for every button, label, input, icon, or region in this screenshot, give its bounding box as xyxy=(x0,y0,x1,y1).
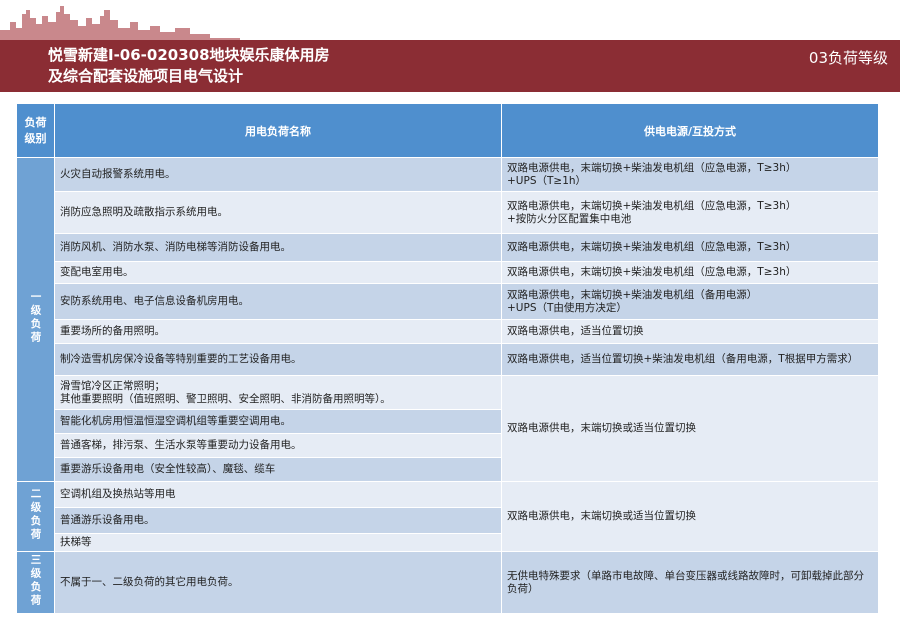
load-name: 空调机组及换热站等用电 xyxy=(54,481,502,508)
skyline-image xyxy=(0,6,240,42)
table-row: 变配电室用电。 双路电源供电，末端切换+柴油发电机组（应急电源，T≥3h） xyxy=(17,261,879,284)
supply-method: 双路电源供电，末端切换或适当位置切换 xyxy=(501,375,879,482)
supply-method: 双路电源供电，末端切换+柴油发电机组（备用电源） +UPS（T由使用方决定） xyxy=(501,283,879,320)
header-load-name: 用电负荷名称 xyxy=(54,103,502,158)
load-name: 重要游乐设备用电（安全性较高）、魔毯、缆车 xyxy=(54,457,502,482)
level-cell-3: 三级负荷 xyxy=(16,551,55,614)
section-label: 03负荷等级 xyxy=(808,49,888,67)
supply-method: 双路电源供电，适当位置切换+柴油发电机组（备用电源，T根据甲方需求） xyxy=(501,343,879,376)
level-cell-2: 二级负荷 xyxy=(16,481,55,552)
supply-method: 双路电源供电，末端切换+柴油发电机组（应急电源，T≥3h） xyxy=(501,261,879,284)
table-row: 滑雪馆冷区正常照明； 其他重要照明（值班照明、警卫照明、安全照明、非消防备用照明… xyxy=(17,375,879,482)
load-name: 消防应急照明及疏散指示系统用电。 xyxy=(54,191,502,234)
supply-method: 双路电源供电，末端切换+柴油发电机组（应急电源，T≥3h） xyxy=(501,233,879,262)
supply-method: 双路电源供电，末端切换+柴油发电机组（应急电源，T≥3h） +按防火分区配置集中… xyxy=(501,191,879,234)
header-level: 负荷 级别 xyxy=(16,103,55,158)
table-row: 重要场所的备用照明。 双路电源供电，适当位置切换 xyxy=(17,319,879,344)
title-banner: 悦雪新建I-06-020308地块娱乐康体用房 及综合配套设施项目电气设计 03… xyxy=(0,40,900,92)
header-supply: 供电电源/互投方式 xyxy=(501,103,879,158)
load-level-table: 负荷 级别 用电负荷名称 供电电源/互投方式 一级负荷 火灾自动报警系统用电。 … xyxy=(16,103,879,614)
supply-method: 双路电源供电，适当位置切换 xyxy=(501,319,879,344)
table-row: 三级负荷 不属于一、二级负荷的其它用电负荷。 无供电特殊要求（单路市电故障、单台… xyxy=(16,551,879,614)
load-name: 智能化机房用恒温恒湿空调机组等重要空调用电。 xyxy=(54,409,502,434)
load-name: 重要场所的备用照明。 xyxy=(54,319,502,344)
table-header-row: 负荷 级别 用电负荷名称 供电电源/互投方式 xyxy=(16,103,879,158)
load-name: 变配电室用电。 xyxy=(54,261,502,284)
table-row: 一级负荷 火灾自动报警系统用电。 双路电源供电，末端切换+柴油发电机组（应急电源… xyxy=(16,157,879,482)
load-name: 扶梯等 xyxy=(54,533,502,552)
level-cell-1: 一级负荷 xyxy=(16,157,55,482)
load-name: 安防系统用电、电子信息设备机房用电。 xyxy=(54,283,502,320)
supply-method: 双路电源供电，末端切换或适当位置切换 xyxy=(501,481,879,552)
supply-method: 无供电特殊要求（单路市电故障、单台变压器或线路故障时，可卸载掉此部分负荷） xyxy=(501,551,879,614)
table-row: 二级负荷 空调机组及换热站等用电 双路电源供电，末端切换或适当位置切换 xyxy=(16,481,879,552)
load-name: 消防风机、消防水泵、消防电梯等消防设备用电。 xyxy=(54,233,502,262)
table-row: 消防应急照明及疏散指示系统用电。 双路电源供电，末端切换+柴油发电机组（应急电源… xyxy=(17,191,879,234)
load-name: 火灾自动报警系统用电。 xyxy=(54,157,502,192)
load-name: 普通客梯，排污泵、生活水泵等重要动力设备用电。 xyxy=(54,433,502,458)
table-row: 安防系统用电、电子信息设备机房用电。 双路电源供电，末端切换+柴油发电机组（备用… xyxy=(17,283,879,320)
load-name: 不属于一、二级负荷的其它用电负荷。 xyxy=(54,551,502,614)
table-row: 制冷造雪机房保冷设备等特别重要的工艺设备用电。 双路电源供电，适当位置切换+柴油… xyxy=(17,343,879,376)
load-name: 滑雪馆冷区正常照明； 其他重要照明（值班照明、警卫照明、安全照明、非消防备用照明… xyxy=(54,375,502,410)
page-title: 悦雪新建I-06-020308地块娱乐康体用房 及综合配套设施项目电气设计 xyxy=(48,46,330,85)
table-row: 消防风机、消防水泵、消防电梯等消防设备用电。 双路电源供电，末端切换+柴油发电机… xyxy=(17,233,879,262)
load-name: 普通游乐设备用电。 xyxy=(54,507,502,534)
header: 悦雪新建I-06-020308地块娱乐康体用房 及综合配套设施项目电气设计 03… xyxy=(0,0,900,100)
supply-method: 双路电源供电，末端切换+柴油发电机组（应急电源，T≥3h） +UPS（T≥1h） xyxy=(501,157,879,192)
load-name: 制冷造雪机房保冷设备等特别重要的工艺设备用电。 xyxy=(54,343,502,376)
